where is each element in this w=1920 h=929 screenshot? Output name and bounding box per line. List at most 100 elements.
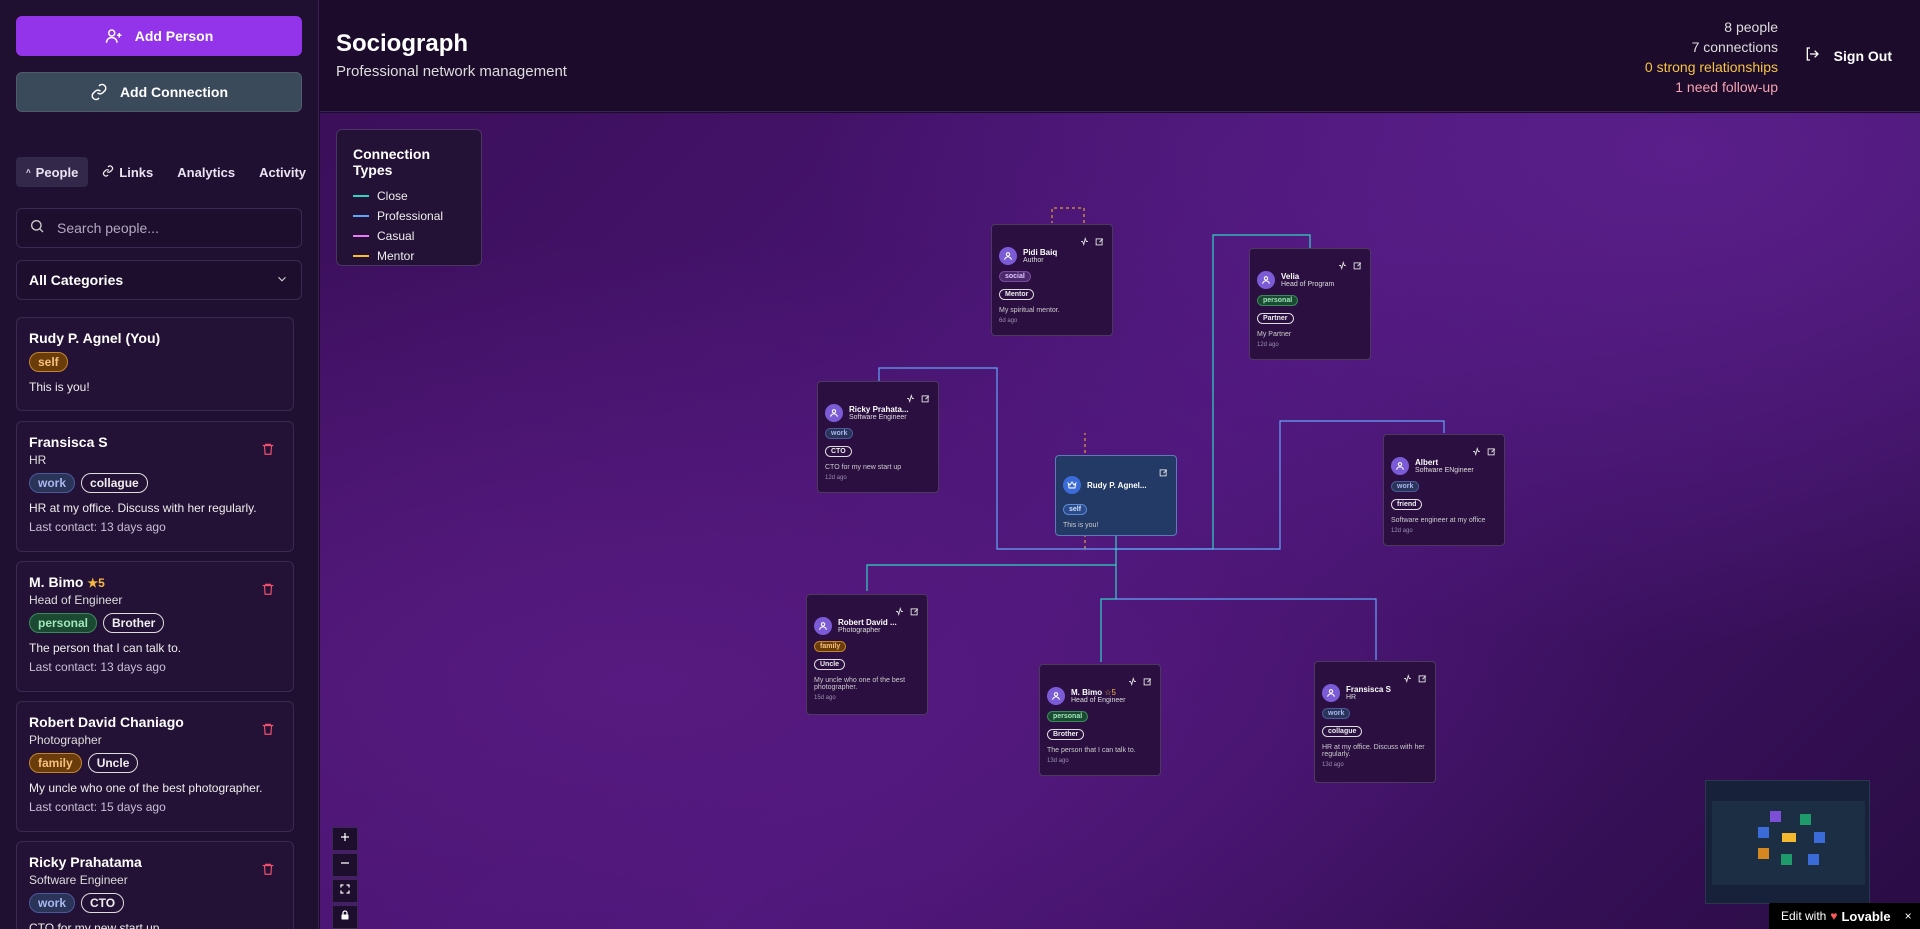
minimap-node xyxy=(1782,833,1796,842)
sign-out-icon xyxy=(1804,46,1820,65)
legend-label: Professional xyxy=(377,209,444,223)
node-name: Rudy P. Agnel... xyxy=(1087,480,1147,490)
edit-icon[interactable] xyxy=(1487,443,1496,461)
node-last-contact: 12d ago xyxy=(825,475,847,481)
add-connection-button[interactable]: Add Connection xyxy=(16,72,302,112)
edit-icon[interactable] xyxy=(1353,257,1362,275)
search-box xyxy=(16,208,302,248)
lock-icon xyxy=(339,908,351,926)
person-name: Rudy P. Agnel (You) xyxy=(29,330,161,346)
person-card-rudy[interactable]: Rudy P. Agnel (You) self This is you! xyxy=(16,317,294,411)
minus-icon xyxy=(339,856,351,874)
edit-icon[interactable] xyxy=(1143,673,1152,691)
minimap[interactable] xyxy=(1705,780,1870,904)
person-note: CTO for my new start up xyxy=(29,921,160,929)
node-tag: friend xyxy=(1391,499,1423,510)
category-select[interactable]: All Categories xyxy=(16,260,302,300)
edit-icon[interactable] xyxy=(1095,233,1104,251)
minimap-node xyxy=(1814,832,1825,843)
activity-icon[interactable] xyxy=(1472,443,1481,461)
node-albert[interactable]: Albert Software ENgineer work friend Soft… xyxy=(1383,434,1505,546)
node-bimo[interactable]: M. Bimo ☆5 Head of Engineer personal Brot… xyxy=(1039,664,1161,776)
edit-icon[interactable] xyxy=(1159,464,1168,482)
node-name: Ricky Prahata... xyxy=(849,405,909,414)
edit-icon[interactable] xyxy=(921,390,930,408)
node-note: The person that I can talk to. xyxy=(1047,747,1136,754)
trash-icon[interactable] xyxy=(261,582,275,596)
person-card-robert[interactable]: Robert David Chaniago Photographer famil… xyxy=(16,701,294,832)
node-last-contact: 12d ago xyxy=(1257,342,1279,348)
node-name: Albert xyxy=(1415,458,1439,467)
tab-links[interactable]: Links xyxy=(92,157,163,187)
trash-icon[interactable] xyxy=(261,722,275,736)
search-input[interactable] xyxy=(57,220,277,236)
activity-icon[interactable] xyxy=(1403,670,1412,688)
activity-icon[interactable] xyxy=(1128,673,1137,691)
node-name: Velia xyxy=(1281,272,1300,281)
person-tag: collague xyxy=(81,473,148,493)
legend-item-professional: Professional xyxy=(353,206,465,226)
activity-icon[interactable] xyxy=(895,603,904,621)
edit-icon[interactable] xyxy=(1418,670,1427,688)
person-tag: CTO xyxy=(81,893,125,913)
link-icon xyxy=(90,83,108,101)
node-tag: personal xyxy=(1047,711,1089,722)
node-last-contact: 12d ago xyxy=(1391,528,1413,534)
minimap-node xyxy=(1758,848,1769,859)
node-rudy-self[interactable]: Rudy P. Agnel... self This is you! xyxy=(1055,455,1177,536)
lovable-badge[interactable]: Edit with ♥ Lovable × xyxy=(1769,903,1920,929)
node-tag: Uncle xyxy=(814,659,846,670)
tab-analytics[interactable]: Analytics xyxy=(167,157,245,187)
node-role: Software Engineer xyxy=(849,414,907,421)
node-note: My Partner xyxy=(1257,331,1292,338)
sidebar: Add Person Add Connection ^ People Links… xyxy=(0,0,319,929)
activity-icon[interactable] xyxy=(1338,257,1347,275)
node-role: Head of Program xyxy=(1281,281,1335,288)
person-card-bimo[interactable]: M. Bimo ★5 Head of Engineer personal Bro… xyxy=(16,561,294,692)
app-title: Sociograph xyxy=(336,30,469,57)
trash-icon[interactable] xyxy=(261,862,275,876)
person-last-contact: Last contact: 13 days ago xyxy=(29,660,166,674)
tab-activity[interactable]: Activity xyxy=(249,157,316,187)
node-role: Photographer xyxy=(838,627,881,634)
network-stats: 8 people 7 connections 0 strong relation… xyxy=(1645,17,1778,97)
node-name: M. Bimo xyxy=(1071,688,1103,697)
person-card-fransisca[interactable]: Fransisca S HR work collague HR at my of… xyxy=(16,421,294,552)
person-tag: work xyxy=(29,893,76,913)
person-card-ricky[interactable]: Ricky Prahatama Software Engineer work C… xyxy=(16,841,294,929)
avatar xyxy=(999,247,1017,265)
network-canvas[interactable]: Connection Types Close Professional Casu… xyxy=(320,113,1920,929)
node-velia[interactable]: Velia Head of Program personal Partner My… xyxy=(1249,248,1371,360)
node-last-contact: 6d ago xyxy=(999,318,1018,324)
activity-icon[interactable] xyxy=(1080,233,1089,251)
node-ricky[interactable]: Ricky Prahata... Software Engineer work C… xyxy=(817,381,939,493)
node-robert[interactable]: Robert David ... Photographer family Uncl… xyxy=(806,594,928,715)
close-icon[interactable]: × xyxy=(1905,909,1912,923)
person-tag: work xyxy=(29,473,76,493)
lovable-brand: Lovable xyxy=(1841,908,1891,924)
trash-icon[interactable] xyxy=(261,442,275,456)
legend-label: Mentor xyxy=(377,249,415,263)
header: Sociograph Professional network manageme… xyxy=(320,0,1920,112)
person-tag: family xyxy=(29,753,82,773)
avatar xyxy=(1047,687,1065,705)
tab-people[interactable]: ^ People xyxy=(16,157,89,187)
node-name: Robert David ... xyxy=(838,618,897,627)
edit-icon[interactable] xyxy=(910,603,919,621)
node-role: Software ENgineer xyxy=(1415,467,1474,474)
zoom-in-button[interactable] xyxy=(332,827,358,851)
fit-view-button[interactable] xyxy=(332,879,358,903)
zoom-out-button[interactable] xyxy=(332,853,358,877)
avatar xyxy=(814,617,832,635)
activity-icon[interactable] xyxy=(906,390,915,408)
heart-icon: ♥ xyxy=(1830,909,1838,923)
node-note: HR at my office. Discuss with her regula… xyxy=(1322,744,1425,758)
lock-button[interactable] xyxy=(332,905,358,929)
node-tag: CTO xyxy=(825,446,852,457)
sign-out-button[interactable]: Sign Out xyxy=(1804,46,1892,65)
legend-title: Connection Types xyxy=(353,146,430,178)
node-fransisca[interactable]: Fransisca S HR work collague HR at my off… xyxy=(1314,661,1436,783)
add-person-button[interactable]: Add Person xyxy=(16,16,302,56)
legend-item-close: Close xyxy=(353,186,465,206)
node-pidi-baiq[interactable]: Pidi Baiq Author social Mentor My spiritu… xyxy=(991,224,1113,336)
